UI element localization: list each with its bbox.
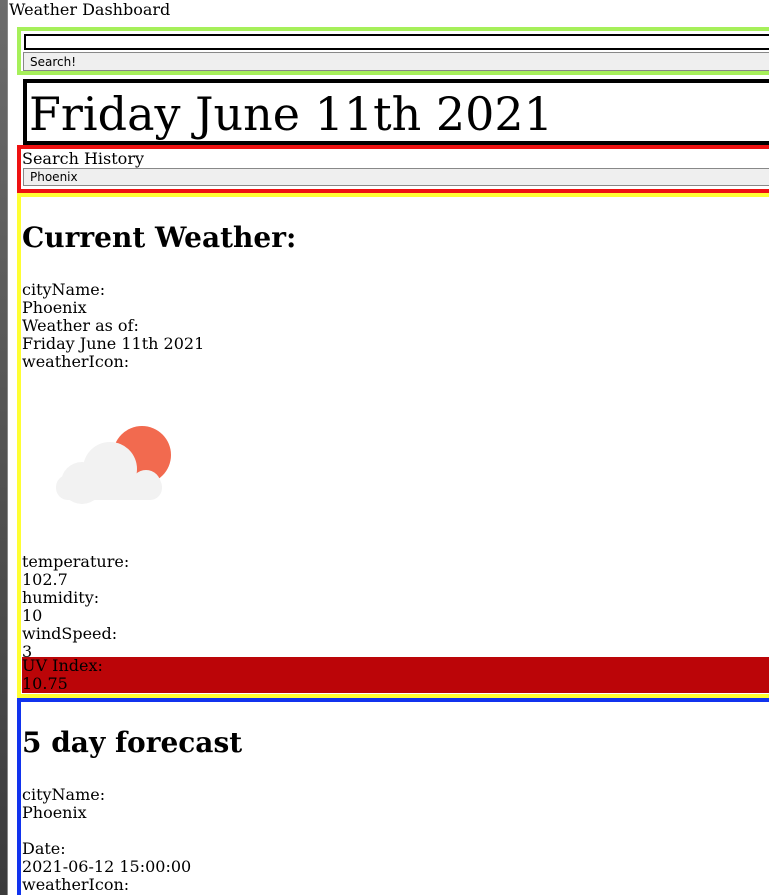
- city-value: Phoenix: [22, 298, 87, 317]
- forecast-heading: 5 day forecast: [22, 726, 243, 759]
- forecast-city-value: Phoenix: [22, 803, 87, 822]
- search-input[interactable]: [24, 34, 769, 50]
- search-button[interactable]: Search!: [23, 52, 769, 71]
- asof-label: Weather as of:: [22, 316, 139, 335]
- forecast-date-value: 2021-06-12 15:00:00: [22, 857, 192, 876]
- forecast-icon-label: weatherIcon:: [22, 875, 130, 894]
- forecast-date-label: Date:: [22, 839, 66, 858]
- city-label: cityName:: [22, 280, 106, 299]
- weather-icon-label: weatherIcon:: [22, 352, 130, 371]
- current-date: Friday June 11th 2021: [29, 87, 553, 141]
- page: Weather Dashboard Search! Friday June 11…: [7, 0, 769, 895]
- wind-speed-label: windSpeed:: [22, 624, 118, 643]
- window-edge: [0, 0, 7, 895]
- temperature-label: temperature:: [22, 552, 130, 571]
- app-title: Weather Dashboard: [9, 0, 171, 19]
- current-weather-section: Current Weather: cityName: Phoenix Weath…: [17, 193, 769, 698]
- search-section: Search!: [17, 27, 769, 75]
- current-weather-heading: Current Weather:: [22, 221, 297, 254]
- date-banner: Friday June 11th 2021: [23, 79, 769, 145]
- asof-value: Friday June 11th 2021: [22, 334, 205, 353]
- uv-index-value: 10.75: [22, 674, 68, 693]
- temperature-value: 102.7: [22, 570, 68, 589]
- forecast-section: 5 day forecast cityName: Phoenix Date: 2…: [17, 698, 769, 895]
- history-item-phoenix[interactable]: Phoenix: [23, 168, 769, 186]
- search-history-section: Search History Phoenix: [17, 145, 769, 193]
- humidity-label: humidity:: [22, 588, 100, 607]
- uv-index-row: UV Index: 10.75: [22, 657, 769, 693]
- forecast-city-label: cityName:: [22, 785, 106, 804]
- search-history-label: Search History: [22, 149, 144, 168]
- humidity-value: 10: [22, 606, 43, 625]
- uv-index-label: UV Index:: [22, 656, 103, 675]
- cloud-sun-icon: [56, 426, 171, 504]
